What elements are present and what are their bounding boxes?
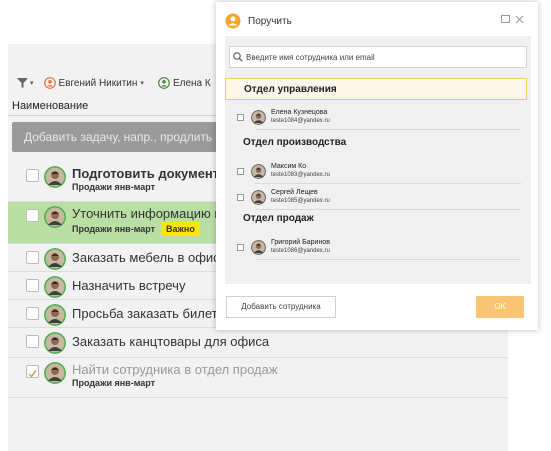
app-screen: ▾ Евгений Никитин ▾ Елена К Наименование…: [0, 0, 551, 451]
priority-badge: Важно: [161, 222, 200, 236]
user-icon: [158, 77, 170, 89]
task-checkbox[interactable]: [26, 209, 39, 222]
task-body: Просьба заказать билет: [72, 304, 218, 321]
chevron-down-icon: ▾: [140, 80, 144, 87]
task-body: Подготовить документ Продажи янв-март: [72, 166, 219, 192]
task-checkbox[interactable]: [26, 335, 39, 348]
employee-checkbox[interactable]: [237, 113, 244, 121]
avatar: [44, 304, 66, 326]
employee-info: Сергей Лещев teste1085@yandex.ru: [271, 188, 330, 206]
avatar: [44, 362, 66, 384]
avatar: [44, 276, 66, 298]
avatar: [44, 166, 66, 188]
ok-button[interactable]: OK: [476, 296, 524, 318]
employee-info: Григорий Баринов teste1086@yandex.ru: [271, 238, 330, 256]
task-meta: Продажи янв-март Важно: [72, 222, 221, 236]
checkmark-icon: [28, 370, 37, 378]
employee-item[interactable]: Григорий Баринов teste1086@yandex.ru: [237, 236, 330, 258]
dialog-title: Поручить: [248, 15, 292, 27]
avatar: [44, 206, 66, 228]
avatar: [44, 248, 66, 270]
department-header[interactable]: Отдел производства: [225, 132, 531, 154]
task-meta: Продажи янв-март: [72, 378, 278, 388]
employee-name: Сергей Лещев: [271, 189, 318, 196]
task-row[interactable]: Заказать канцтовары для офиса: [8, 328, 508, 358]
add-task-input[interactable]: Добавить задачу, напр., продлить аб: [12, 122, 222, 152]
filter-icon: [17, 78, 28, 88]
task-project[interactable]: Продажи янв-март: [72, 182, 155, 192]
employee-picker: Отдел управления Елена Кузнецова teste1084…: [225, 36, 531, 284]
employee-item[interactable]: Елена Кузнецова teste1084@yandex.ru: [237, 106, 330, 128]
maximize-icon[interactable]: [501, 15, 510, 23]
avatar: [251, 239, 266, 255]
add-employee-button[interactable]: Добавить сотрудника: [226, 296, 336, 318]
user-filter-chip[interactable]: Елена К: [154, 74, 215, 92]
task-title[interactable]: Заказать мебель в офис: [72, 250, 220, 265]
user-icon: [43, 77, 56, 89]
task-checkbox[interactable]: [26, 251, 39, 264]
department-header[interactable]: Отдел продаж: [225, 208, 531, 230]
task-title[interactable]: Найти сотрудника в отдел продаж: [72, 362, 278, 377]
divider: [255, 129, 521, 130]
employee-checkbox[interactable]: [237, 243, 244, 251]
task-body: Заказать канцтовары для офиса: [72, 332, 269, 349]
chevron-down-icon: ▾: [30, 80, 34, 87]
task-checkbox[interactable]: [26, 279, 39, 292]
task-body: Заказать мебель в офис: [72, 248, 220, 265]
task-meta: Продажи янв-март: [72, 182, 219, 192]
close-icon[interactable]: [515, 15, 524, 24]
task-title[interactable]: Уточнить информацию п: [72, 206, 221, 221]
employee-item[interactable]: Сергей Лещев teste1085@yandex.ru: [237, 186, 330, 208]
task-checkbox[interactable]: [26, 365, 39, 378]
divider: [255, 259, 521, 260]
task-checkbox[interactable]: [26, 169, 39, 182]
search-input[interactable]: [246, 52, 516, 62]
task-title[interactable]: Просьба заказать билет: [72, 306, 218, 321]
task-body: Назначить встречу: [72, 276, 185, 293]
user-chip-label: Елена К: [172, 77, 211, 89]
employee-email: teste1084@yandex.ru: [271, 118, 330, 124]
employee-checkbox[interactable]: [237, 193, 244, 201]
employee-item[interactable]: Максим Ко teste1083@yandex.ru: [237, 160, 330, 182]
department-header[interactable]: Отдел управления: [225, 78, 527, 100]
avatar: [251, 189, 266, 205]
employee-info: Максим Ко teste1083@yandex.ru: [271, 162, 330, 180]
task-project[interactable]: Продажи янв-март: [72, 378, 155, 388]
task-project[interactable]: Продажи янв-март: [72, 224, 155, 234]
employee-email: teste1083@yandex.ru: [271, 172, 330, 178]
divider: [255, 183, 521, 184]
filter-button[interactable]: ▾: [16, 77, 34, 89]
task-row[interactable]: Найти сотрудника в отдел продаж Продажи я…: [8, 358, 508, 398]
avatar: [251, 163, 266, 179]
window-controls: [501, 15, 524, 24]
task-title[interactable]: Заказать канцтовары для офиса: [72, 334, 269, 349]
task-title[interactable]: Подготовить документ: [72, 166, 219, 181]
employee-email: teste1086@yandex.ru: [271, 248, 330, 254]
employee-search[interactable]: [229, 46, 527, 68]
employee-checkbox[interactable]: [237, 167, 244, 175]
user-chip-label: Евгений Никитин: [58, 77, 138, 89]
user-circle-icon: [225, 13, 241, 29]
search-icon: [233, 52, 243, 62]
employee-name: Елена Кузнецова: [271, 109, 328, 116]
avatar: [44, 332, 66, 354]
avatar: [251, 109, 266, 125]
employee-name: Григорий Баринов: [271, 239, 330, 246]
employee-info: Елена Кузнецова teste1084@yandex.ru: [271, 108, 330, 126]
task-checkbox[interactable]: [26, 307, 39, 320]
dialog-header: Поручить: [216, 2, 538, 40]
task-body: Найти сотрудника в отдел продаж Продажи я…: [72, 362, 278, 388]
assign-dialog: Поручить Отдел управления Елена Кузнецова…: [216, 2, 538, 330]
employee-email: teste1085@yandex.ru: [271, 198, 330, 204]
task-body: Уточнить информацию п Продажи янв-март Важ…: [72, 206, 221, 236]
task-title[interactable]: Назначить встречу: [72, 278, 185, 293]
user-filter-chip[interactable]: Евгений Никитин ▾: [40, 74, 148, 92]
employee-name: Максим Ко: [271, 163, 307, 170]
